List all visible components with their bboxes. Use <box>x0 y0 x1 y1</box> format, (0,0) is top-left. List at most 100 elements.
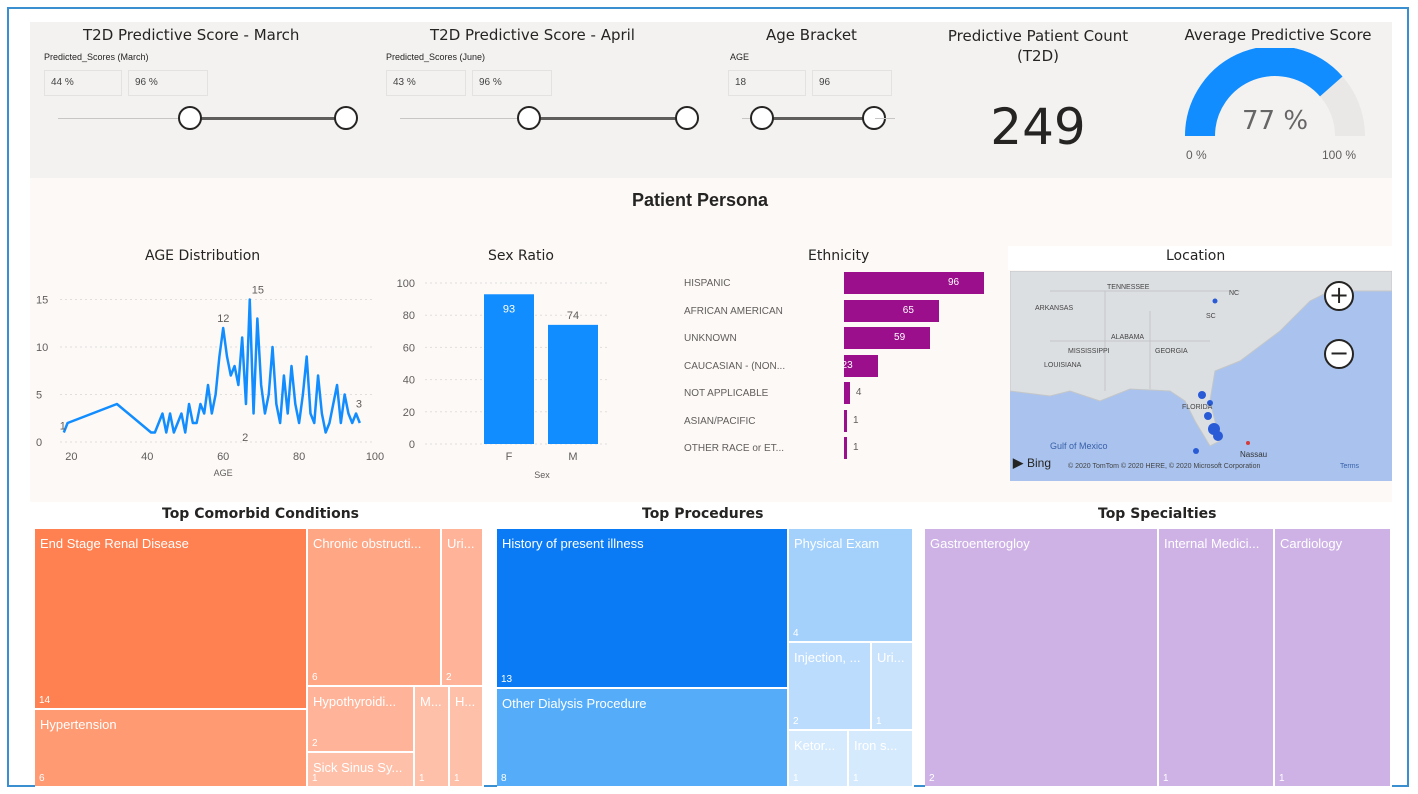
slicer-min-input-march[interactable]: 44 % <box>44 70 122 96</box>
ethnicity-bar[interactable] <box>844 272 984 294</box>
comorbid-tile[interactable]: Chronic obstructi... 6 <box>308 529 442 687</box>
sex-y-tick-label: 60 <box>403 342 415 354</box>
ethnicity-data-label: 1 <box>853 442 859 453</box>
ethnicity-data-label: 96 <box>948 277 960 288</box>
gauge-value: 77 % <box>1241 106 1309 136</box>
sex-data-label: 74 <box>567 310 579 322</box>
ethnicity-category-label: NOT APPLICABLE <box>684 388 769 399</box>
specialty-tile[interactable]: Cardiology 1 <box>1275 529 1392 788</box>
comorbid-tile[interactable]: Hypertension 6 <box>35 710 308 788</box>
ethnicity-bar[interactable] <box>844 327 931 349</box>
map-label-nassau: Nassau <box>1240 450 1268 459</box>
ethnicity-category-label: HISPANIC <box>684 278 731 289</box>
zoom-in-button[interactable]: + <box>1324 281 1354 311</box>
slicer-field-age: AGE <box>730 52 750 62</box>
comorbid-tile[interactable]: Uri... 2 <box>442 529 484 687</box>
specialties-title: Top Specialties <box>1098 506 1217 522</box>
age-chart-title: AGE Distribution <box>145 248 261 264</box>
specialty-tile[interactable]: Gastroenterogloy 2 <box>925 529 1159 788</box>
ethnicity-bar[interactable] <box>844 382 850 404</box>
ethnicity-category-label: ASIAN/PACIFIC <box>684 415 756 427</box>
ethnicity-data-label: 65 <box>902 304 914 316</box>
procedure-tile[interactable]: Uri... 1 <box>872 643 914 731</box>
age-x-tick-label: 60 <box>217 451 229 463</box>
slicer-min-input-age[interactable]: 18 <box>728 70 806 96</box>
sex-bar <box>548 324 598 444</box>
slider-handle-min-march[interactable] <box>178 106 202 130</box>
sex-y-tick-label: 40 <box>403 375 415 387</box>
age-x-axis-title: AGE <box>214 468 233 478</box>
sex-ratio-chart: 0 20 40 60 80 100 93 F 74 M Sex <box>397 278 610 480</box>
bing-logo: Bing <box>1027 456 1052 470</box>
ethnicity-bar[interactable] <box>844 409 847 432</box>
slider-range-march <box>190 117 346 120</box>
slicer-max-input-age[interactable]: 96 <box>812 70 892 96</box>
procedure-tile[interactable]: Ketor... 1 <box>789 731 849 788</box>
procedure-tile[interactable]: Iron s... 1 <box>849 731 914 788</box>
ethnicity-category-label: AFRICAN AMERICAN <box>684 305 783 317</box>
ethnicity-chart-title: Ethnicity <box>808 248 870 264</box>
ethnicity-bar[interactable] <box>844 299 939 322</box>
map-label-mississippi: MISSISSIPPI <box>1068 348 1110 355</box>
sex-bar <box>484 294 534 444</box>
map-terms-link[interactable]: Terms <box>1340 463 1359 470</box>
gauge-min-label: 0 % <box>1186 148 1207 162</box>
comorbid-title: Top Comorbid Conditions <box>162 506 360 522</box>
slicer-max-input-march[interactable]: 96 % <box>128 70 208 96</box>
comorbid-tile[interactable]: M... 1 <box>415 687 450 788</box>
location-map[interactable]: TENNESSEE NC ARKANSAS SC ALABAMA MISSISS… <box>1010 271 1392 481</box>
age-y-tick-label: 15 <box>36 295 48 307</box>
patient-persona-title: Patient Persona <box>631 190 769 210</box>
ethnicity-category-label: UNKNOWN <box>684 333 737 344</box>
slider-handle-min-age[interactable] <box>750 106 774 130</box>
map-label-alabama: ALABAMA <box>1111 334 1145 341</box>
map-label-sc: SC <box>1206 313 1216 320</box>
comorbid-tile[interactable]: Sick Sinus Sy... 1 <box>308 753 415 788</box>
map-label-gulf: Gulf of Mexico <box>1050 441 1108 451</box>
comorbid-tile[interactable]: Hypothyroidi... 2 <box>308 687 415 753</box>
slider-handle-max-march[interactable] <box>334 106 358 130</box>
sex-data-label: 93 <box>503 303 515 315</box>
ethnicity-category-label: CAUCASIAN - (NON... <box>684 360 786 372</box>
procedures-title: Top Procedures <box>642 506 764 522</box>
slicer-field-april: Predicted_Scores (June) <box>386 52 486 62</box>
age-y-tick-label: 0 <box>36 437 42 449</box>
slider-track-april <box>400 118 530 119</box>
sex-y-tick-label: 80 <box>403 310 415 322</box>
zoom-out-button[interactable]: − <box>1324 339 1354 369</box>
slicer-min-input-april[interactable]: 43 % <box>386 70 466 96</box>
procedure-tile[interactable]: Physical Exam 4 <box>789 529 914 643</box>
sex-chart-title: Sex Ratio <box>488 248 554 264</box>
procedure-tile[interactable]: History of present illness 13 <box>497 529 789 689</box>
slider-range-april <box>530 117 687 120</box>
sex-y-tick-label: 0 <box>409 439 415 451</box>
age-x-tick-label: 20 <box>65 451 77 463</box>
procedure-tile[interactable]: Other Dialysis Procedure 8 <box>497 689 789 788</box>
age-x-tick-label: 100 <box>366 451 384 463</box>
age-y-tick-label: 5 <box>36 390 42 402</box>
slider-track-age-tail <box>875 118 895 119</box>
location-title: Location <box>1166 248 1226 264</box>
sex-x-tick-label: F <box>506 451 513 463</box>
patient-count-value: 249 <box>990 98 1086 156</box>
slicer-title-age: Age Bracket <box>766 26 857 44</box>
ethnicity-bar[interactable] <box>844 437 847 459</box>
sex-y-tick-label: 100 <box>397 278 415 290</box>
slider-handle-min-april[interactable] <box>517 106 541 130</box>
comorbid-tile[interactable]: H... 1 <box>450 687 484 788</box>
slider-handle-max-april[interactable] <box>675 106 699 130</box>
ethnicity-data-label: 59 <box>894 332 906 343</box>
age-y-tick-label: 10 <box>36 342 48 354</box>
sex-y-tick-label: 20 <box>403 407 415 419</box>
gauge-title: Average Predictive Score <box>1184 26 1372 44</box>
slider-track-march <box>58 118 190 119</box>
gauge-max-label: 100 % <box>1322 148 1357 162</box>
slicer-max-input-april[interactable]: 96 % <box>472 70 552 96</box>
map-label-louisiana: LOUISIANA <box>1044 362 1082 369</box>
specialty-tile[interactable]: Internal Medici... 1 <box>1159 529 1275 788</box>
bing-logo-icon: ▶ <box>1013 455 1023 470</box>
ethnicity-data-label: 1 <box>853 414 859 426</box>
procedure-tile[interactable]: Injection, ... 2 <box>789 643 872 731</box>
ethnicity-data-label: 4 <box>855 387 862 398</box>
comorbid-tile[interactable]: End Stage Renal Disease 14 <box>35 529 308 710</box>
